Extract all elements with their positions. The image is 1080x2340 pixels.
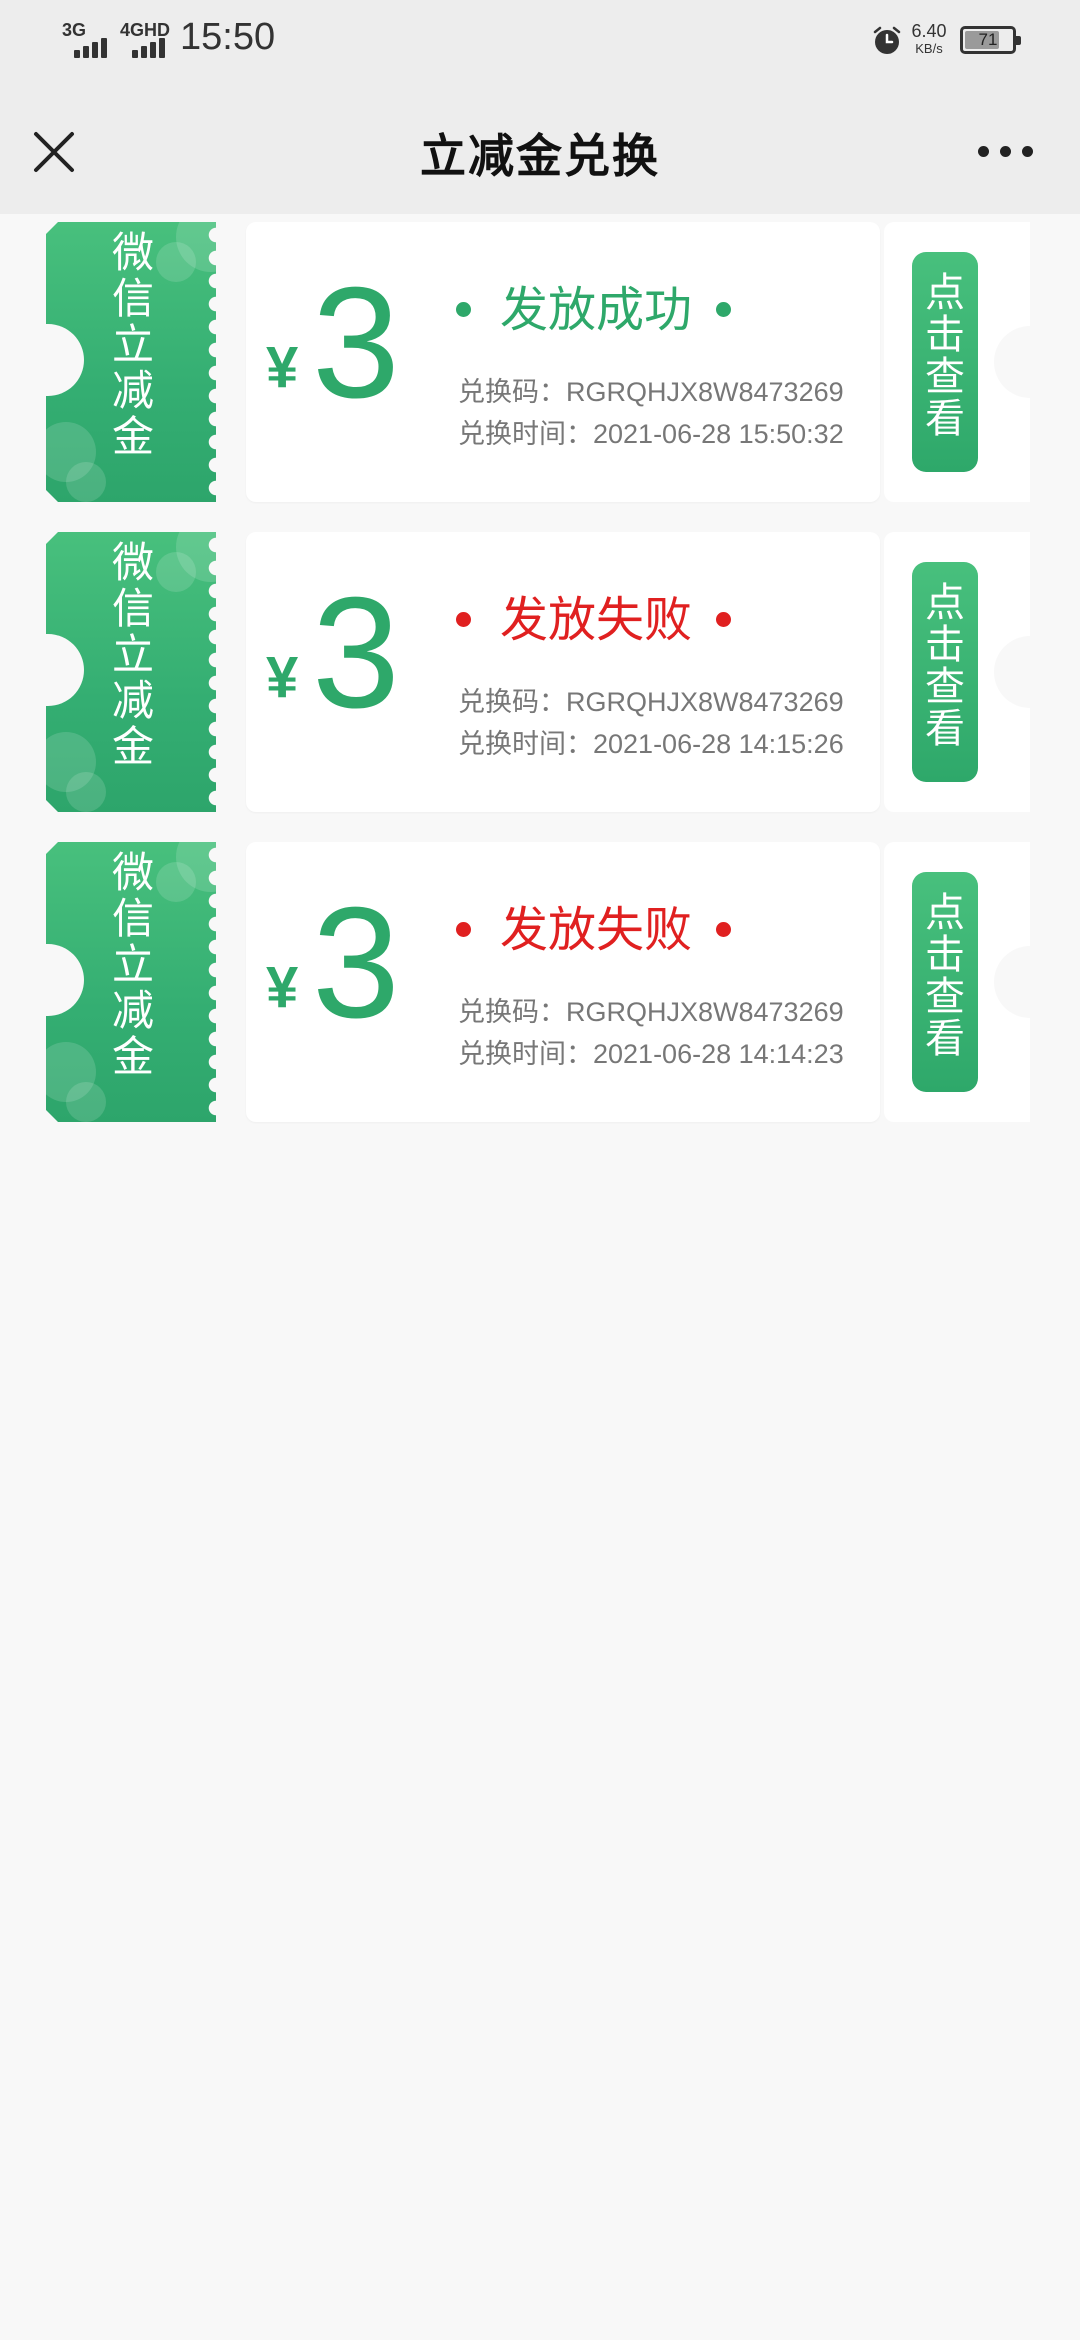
redeem-time: 兑换时间：2021-06-28 14:14:23 [458, 1039, 844, 1069]
status-dot [456, 922, 471, 937]
speed-unit: KB/s [915, 41, 943, 56]
currency-symbol: ¥ [266, 955, 299, 1020]
status-bar: 3G 4GHD 15:50 6.40 KB/s 71 [0, 0, 1080, 82]
close-icon[interactable] [28, 126, 80, 178]
status-dot [456, 612, 471, 627]
coupon-action-area: 点击查看 [884, 222, 1030, 502]
status-dot [716, 612, 731, 627]
alarm-icon [873, 26, 901, 54]
status-dot [716, 922, 731, 937]
coupon-action-area: 点击查看 [884, 532, 1030, 812]
coupon-type-label: 微信立减金 [111, 848, 154, 1081]
speed-value: 6.40 [911, 21, 947, 41]
coupon-amount: 3 [312, 875, 400, 1051]
view-button[interactable]: 点击查看 [912, 562, 978, 782]
network-speed: 6.40 KB/s [908, 22, 950, 55]
coupon-body: ¥ 3 发放失败 兑换码：RGRQHJX8W8473269 兑换时间：2021-… [246, 842, 880, 1122]
coupon-type-label: 微信立减金 [111, 538, 154, 771]
view-button[interactable]: 点击查看 [912, 872, 978, 1092]
page-title: 立减金兑换 [420, 129, 660, 183]
battery-level: 71 [978, 30, 998, 49]
status-text: 发放失败 [500, 592, 693, 648]
coupon-amount: 3 [312, 255, 400, 431]
currency-symbol: ¥ [266, 645, 299, 710]
more-icon[interactable] [976, 144, 1036, 160]
redeem-code: 兑换码：RGRQHJX8W8473269 [458, 997, 844, 1027]
status-text: 发放成功 [500, 282, 693, 338]
coupon-card: 微信立减金 ¥ 3 发放失败 兑换码：RGRQHJX8W8473269 兑换时间… [0, 524, 1080, 834]
coupon-card: 微信立减金 ¥ 3 发放成功 兑换码：RGRQHJX8W8473269 兑换时间… [0, 214, 1080, 524]
title-bar: 立减金兑换 [0, 82, 1080, 214]
coupon-card: 微信立减金 ¥ 3 发放失败 兑换码：RGRQHJX8W8473269 兑换时间… [0, 834, 1080, 1144]
view-button[interactable]: 点击查看 [912, 252, 978, 472]
status-text: 发放失败 [500, 902, 693, 958]
coupon-action-area: 点击查看 [884, 842, 1030, 1122]
coupon-amount: 3 [312, 565, 400, 741]
redeem-code: 兑换码：RGRQHJX8W8473269 [458, 687, 844, 717]
status-dot [456, 302, 471, 317]
currency-symbol: ¥ [266, 335, 299, 400]
coupon-stub: 微信立减金 [46, 222, 216, 502]
coupon-body: ¥ 3 发放失败 兑换码：RGRQHJX8W8473269 兑换时间：2021-… [246, 532, 880, 812]
redeem-code: 兑换码：RGRQHJX8W8473269 [458, 377, 844, 407]
status-time: 15:50 [180, 16, 276, 58]
coupon-body: ¥ 3 发放成功 兑换码：RGRQHJX8W8473269 兑换时间：2021-… [246, 222, 880, 502]
redeem-time: 兑换时间：2021-06-28 14:15:26 [458, 729, 844, 759]
coupon-list: 微信立减金 ¥ 3 发放成功 兑换码：RGRQHJX8W8473269 兑换时间… [0, 214, 1080, 1144]
status-dot [716, 302, 731, 317]
coupon-stub: 微信立减金 [46, 532, 216, 812]
coupon-stub: 微信立减金 [46, 842, 216, 1122]
coupon-type-label: 微信立减金 [111, 228, 154, 461]
battery-icon: 71 [960, 26, 1021, 54]
redeem-time: 兑换时间：2021-06-28 15:50:32 [458, 419, 844, 449]
